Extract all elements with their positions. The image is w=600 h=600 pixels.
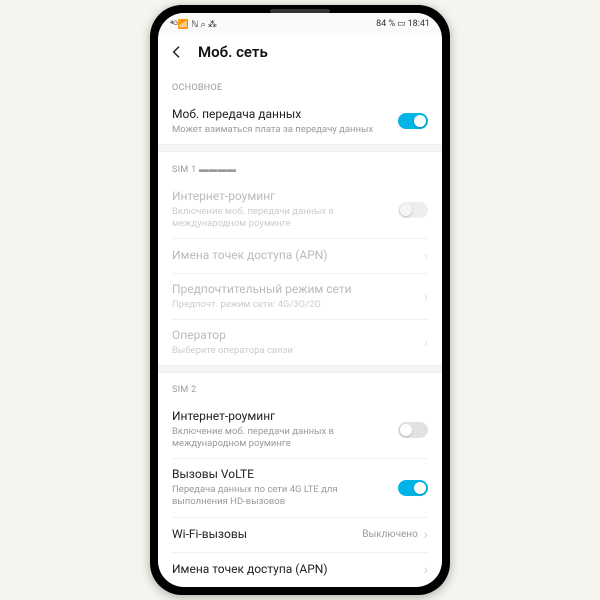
toggle-sim1-roaming bbox=[398, 202, 428, 218]
row-sim1-operator: Оператор Выберите оператора связи › bbox=[158, 320, 442, 365]
arrow-left-icon bbox=[169, 44, 185, 60]
divider bbox=[158, 144, 442, 152]
clock: 18:41 bbox=[408, 19, 430, 29]
row-sim1-apn: Имена точек доступа (APN) › bbox=[158, 239, 442, 273]
row-sublabel: Может взиматься плата за передачу данных bbox=[172, 124, 390, 136]
chevron-right-icon: › bbox=[424, 248, 428, 264]
row-sublabel: Предпочт. режим сети: 4G/3G/2G bbox=[172, 299, 416, 311]
content-scroll[interactable]: ОСНОВНОЕ Моб. передача данных Может взим… bbox=[158, 71, 442, 587]
row-label: Имена точек доступа (APN) bbox=[172, 248, 416, 264]
back-button[interactable] bbox=[168, 43, 186, 61]
divider bbox=[158, 365, 442, 373]
row-label: Интернет-роуминг bbox=[172, 189, 390, 205]
row-label: Интернет-роуминг bbox=[172, 409, 390, 425]
section-sim2-header: SIM 2 bbox=[158, 373, 442, 401]
section-sim1-header: SIM 1 ▬▬▬▬ bbox=[158, 152, 442, 181]
chevron-right-icon: › bbox=[424, 562, 428, 578]
toggle-sim2-volte[interactable] bbox=[398, 480, 428, 496]
row-sim2-volte[interactable]: Вызовы VoLTE Передача данных по сети 4G … bbox=[158, 459, 442, 516]
row-value: Выключено bbox=[362, 529, 418, 540]
row-sublabel: Включение моб. передачи данных в междуна… bbox=[172, 206, 390, 231]
row-mobile-data[interactable]: Моб. передача данных Может взиматься пла… bbox=[158, 99, 442, 144]
row-label: Оператор bbox=[172, 328, 416, 344]
page-title: Моб. сеть bbox=[198, 43, 268, 61]
chevron-right-icon: › bbox=[424, 335, 428, 351]
row-sublabel: Включение моб. передачи данных в междуна… bbox=[172, 426, 390, 451]
row-label: Имена точек доступа (APN) bbox=[172, 562, 416, 578]
row-sim2-wifi-calls[interactable]: Wi-Fi-вызовы Выключено › bbox=[158, 518, 442, 552]
app-header: Моб. сеть bbox=[158, 33, 442, 71]
row-sim2-roaming[interactable]: Интернет-роуминг Включение моб. передачи… bbox=[158, 401, 442, 458]
row-sim1-roaming: Интернет-роуминг Включение моб. передачи… bbox=[158, 181, 442, 238]
status-bar: ⁴ᴳ📶 ℕ ⌕ ⁂ 84 % ▭ 18:41 bbox=[158, 13, 442, 33]
phone-frame: ⁴ᴳ📶 ℕ ⌕ ⁂ 84 % ▭ 18:41 Моб. сеть ОСНОВНО… bbox=[150, 5, 450, 595]
row-label: Вызовы VoLTE bbox=[172, 467, 390, 483]
row-label: Предпочтительный режим сети bbox=[172, 282, 416, 298]
row-label: Моб. передача данных bbox=[172, 107, 390, 123]
battery-icon: ▭ bbox=[397, 19, 406, 29]
screen: ⁴ᴳ📶 ℕ ⌕ ⁂ 84 % ▭ 18:41 Моб. сеть ОСНОВНО… bbox=[158, 13, 442, 587]
row-label: Wi-Fi-вызовы bbox=[172, 527, 354, 543]
status-left-icons: ⁴ᴳ📶 ℕ ⌕ ⁂ bbox=[170, 19, 217, 30]
toggle-sim2-roaming[interactable] bbox=[398, 422, 428, 438]
row-sim1-netmode: Предпочтительный режим сети Предпочт. ре… bbox=[158, 274, 442, 319]
row-sublabel: Выберите оператора связи bbox=[172, 345, 416, 357]
row-sim2-apn[interactable]: Имена точек доступа (APN) › bbox=[158, 553, 442, 587]
chevron-right-icon: › bbox=[424, 527, 428, 543]
battery-text: 84 % bbox=[376, 19, 395, 29]
chevron-right-icon: › bbox=[424, 289, 428, 305]
toggle-mobile-data[interactable] bbox=[398, 113, 428, 129]
row-sublabel: Передача данных по сети 4G LTE для выпол… bbox=[172, 484, 390, 509]
section-basic-header: ОСНОВНОЕ bbox=[158, 71, 442, 99]
